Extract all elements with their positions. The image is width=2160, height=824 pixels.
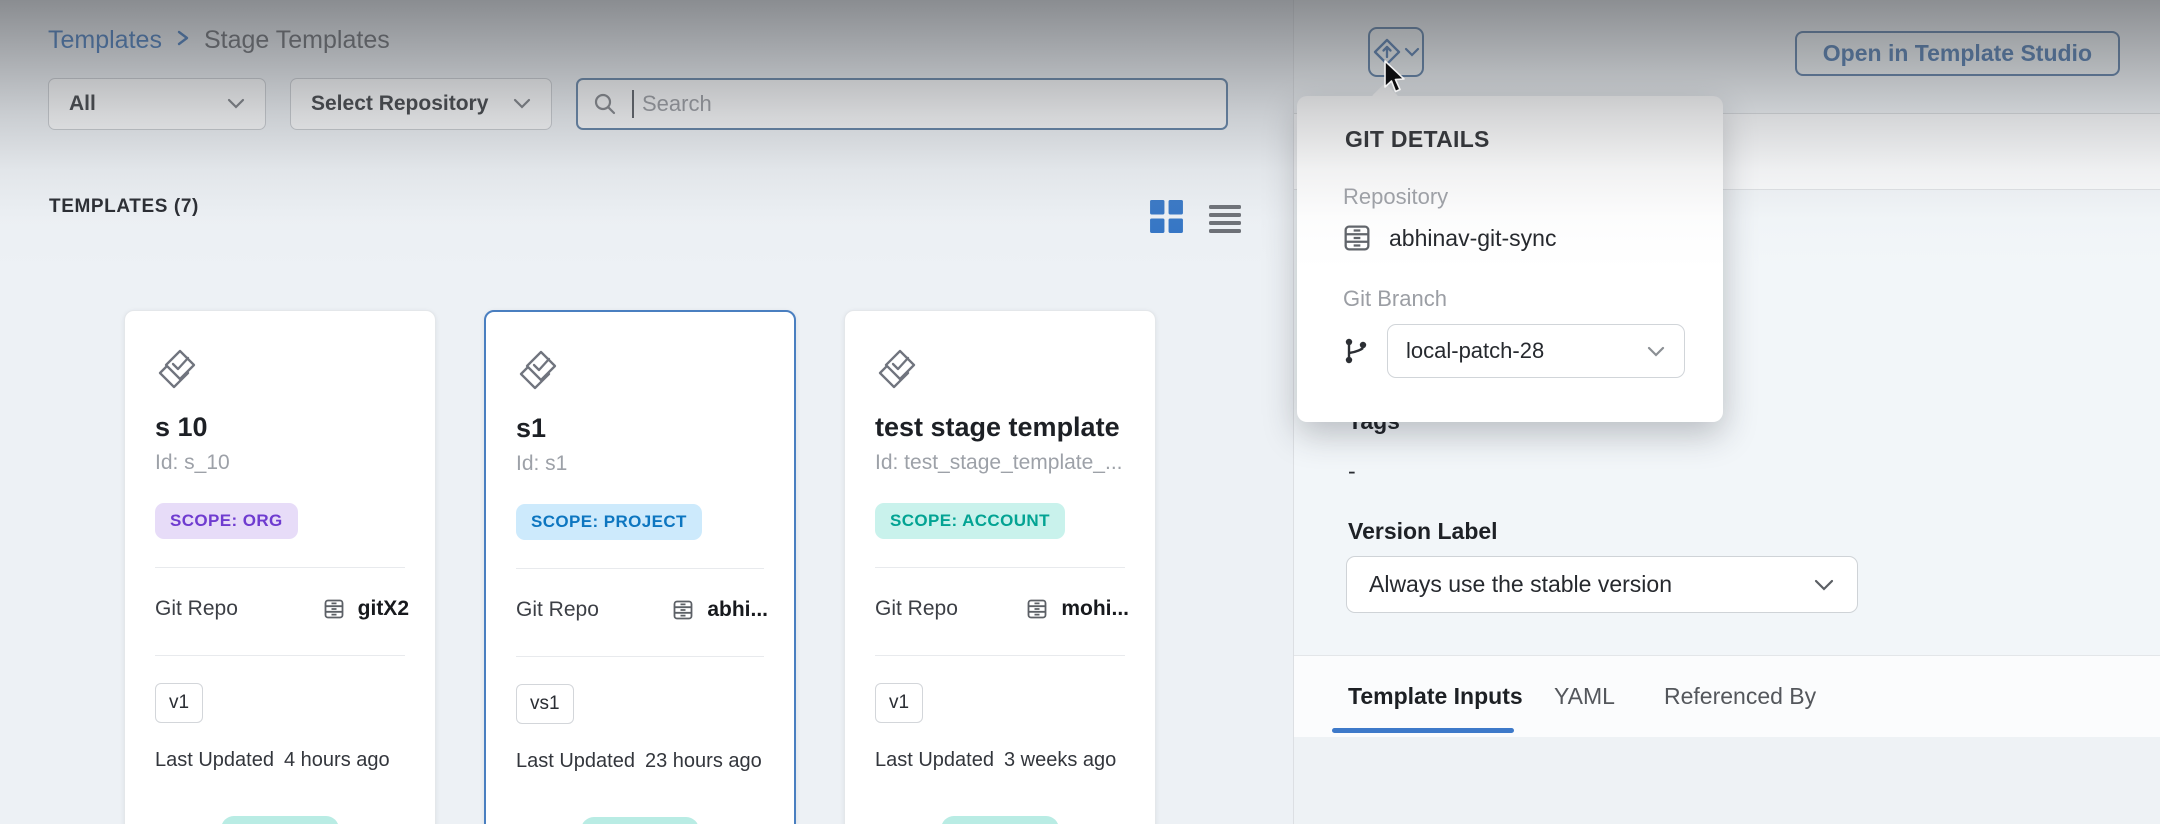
repository-value: abhinav-git-sync bbox=[1389, 225, 1556, 252]
templates-page: Templates Stage Templates All Select Rep… bbox=[0, 0, 2160, 824]
chevron-down-icon bbox=[1646, 345, 1666, 358]
details-tabbar: Template Inputs YAML Referenced By bbox=[1294, 655, 2160, 737]
template-id: Id: s_10 bbox=[155, 451, 405, 475]
version-dropdown[interactable]: Always use the stable version bbox=[1346, 556, 1858, 613]
last-updated-label: Last Updated bbox=[155, 749, 274, 772]
chevron-down-icon bbox=[1813, 578, 1835, 592]
last-updated: Last Updated 4 hours ago bbox=[155, 749, 390, 772]
git-branch-label: Git Branch bbox=[1343, 286, 1447, 312]
template-title: test stage template ... bbox=[875, 412, 1125, 443]
divider bbox=[875, 567, 1125, 568]
branch-dropdown-value: local-patch-28 bbox=[1406, 338, 1544, 364]
git-repo-value: abhi... bbox=[707, 598, 768, 622]
template-card-grid: s 10 Id: s_10 SCOPE: ORG Git Repo gitX2 … bbox=[124, 310, 1156, 824]
grid-view-icon[interactable] bbox=[1148, 198, 1185, 235]
divider bbox=[875, 655, 1125, 656]
git-repo-row: Git Repo gitX2 bbox=[155, 597, 409, 621]
template-id: Id: test_stage_template_... bbox=[875, 451, 1125, 475]
git-repo-label: Git Repo bbox=[516, 598, 599, 622]
last-updated: Last Updated 23 hours ago bbox=[516, 750, 762, 773]
scope-badge: SCOPE: ORG bbox=[155, 503, 298, 539]
version-dropdown-value: Always use the stable version bbox=[1369, 571, 1672, 598]
template-card-test-stage[interactable]: test stage template ... Id: test_stage_t… bbox=[844, 310, 1156, 824]
templates-count-heading: TEMPLATES (7) bbox=[49, 196, 199, 218]
template-title: s 10 bbox=[155, 412, 405, 443]
chevron-right-icon bbox=[176, 26, 190, 55]
cursor-pointer bbox=[1383, 60, 1409, 99]
filter-row: All Select Repository Search bbox=[48, 78, 1228, 130]
chevron-down-icon bbox=[227, 98, 245, 110]
repository-icon bbox=[1025, 597, 1049, 621]
git-branch-row: local-patch-28 bbox=[1341, 324, 1685, 378]
tab-content-area bbox=[1294, 737, 2160, 824]
stable-badge bbox=[221, 816, 339, 824]
last-updated-label: Last Updated bbox=[516, 750, 635, 773]
chevron-down-icon bbox=[513, 98, 531, 110]
divider bbox=[155, 655, 405, 656]
type-filter-value: All bbox=[69, 92, 96, 116]
breadcrumb-current: Stage Templates bbox=[204, 26, 390, 55]
git-repo-row: Git Repo abhi... bbox=[516, 598, 768, 622]
breadcrumb: Templates Stage Templates bbox=[48, 26, 390, 55]
breadcrumb-templates-link[interactable]: Templates bbox=[48, 26, 162, 55]
stable-badge bbox=[581, 817, 699, 824]
stable-badge bbox=[941, 816, 1059, 824]
tags-value: - bbox=[1348, 458, 1356, 485]
list-view-icon[interactable] bbox=[1207, 199, 1243, 235]
version-label: Version Label bbox=[1348, 518, 1498, 545]
git-repo-label: Git Repo bbox=[875, 597, 958, 621]
git-branch-icon bbox=[1341, 336, 1371, 366]
repository-icon bbox=[1341, 222, 1373, 254]
tab-yaml[interactable]: YAML bbox=[1554, 656, 1615, 737]
git-repo-value: gitX2 bbox=[358, 597, 409, 621]
text-caret bbox=[632, 90, 634, 118]
last-updated-value: 3 weeks ago bbox=[1004, 749, 1116, 772]
active-tab-underline bbox=[1332, 728, 1514, 733]
search-placeholder: Search bbox=[642, 91, 712, 117]
divider bbox=[516, 568, 764, 569]
last-updated: Last Updated 3 weeks ago bbox=[875, 749, 1116, 772]
template-card-s1[interactable]: s1 Id: s1 SCOPE: PROJECT Git Repo abhi..… bbox=[484, 310, 796, 824]
version-chip: v1 bbox=[875, 683, 923, 723]
tab-referenced-by[interactable]: Referenced By bbox=[1664, 656, 1816, 737]
scope-badge: SCOPE: ACCOUNT bbox=[875, 503, 1065, 539]
stage-template-icon bbox=[155, 347, 405, 396]
divider bbox=[155, 567, 405, 568]
last-updated-value: 4 hours ago bbox=[284, 749, 390, 772]
version-chip: v1 bbox=[155, 683, 203, 723]
repository-icon bbox=[671, 598, 695, 622]
view-toggles bbox=[1148, 198, 1243, 235]
stage-template-icon bbox=[516, 348, 764, 397]
git-repo-row: Git Repo mohi... bbox=[875, 597, 1129, 621]
search-input[interactable]: Search bbox=[576, 78, 1228, 130]
template-card-s10[interactable]: s 10 Id: s_10 SCOPE: ORG Git Repo gitX2 … bbox=[124, 310, 436, 824]
search-icon bbox=[592, 91, 618, 117]
chevron-down-icon bbox=[1404, 47, 1420, 58]
repository-row: abhinav-git-sync bbox=[1341, 222, 1556, 254]
stage-template-icon bbox=[875, 347, 1125, 396]
branch-dropdown[interactable]: local-patch-28 bbox=[1387, 324, 1685, 378]
repository-filter-value: Select Repository bbox=[311, 92, 488, 116]
scope-badge: SCOPE: PROJECT bbox=[516, 504, 702, 540]
tab-template-inputs[interactable]: Template Inputs bbox=[1348, 656, 1523, 737]
repository-label: Repository bbox=[1343, 184, 1448, 210]
last-updated-label: Last Updated bbox=[875, 749, 994, 772]
repository-filter-dropdown[interactable]: Select Repository bbox=[290, 78, 552, 130]
template-title: s1 bbox=[516, 413, 764, 444]
repository-icon bbox=[322, 597, 346, 621]
type-filter-dropdown[interactable]: All bbox=[48, 78, 266, 130]
popover-title: GIT DETAILS bbox=[1345, 126, 1490, 153]
git-details-popover: GIT DETAILS Repository abhinav-git-sync … bbox=[1297, 96, 1723, 422]
template-id: Id: s1 bbox=[516, 452, 764, 476]
git-repo-value: mohi... bbox=[1061, 597, 1129, 621]
version-chip: vs1 bbox=[516, 684, 574, 724]
last-updated-value: 23 hours ago bbox=[645, 750, 762, 773]
git-repo-label: Git Repo bbox=[155, 597, 238, 621]
open-in-template-studio-button[interactable]: Open in Template Studio bbox=[1795, 31, 2120, 76]
divider bbox=[516, 656, 764, 657]
